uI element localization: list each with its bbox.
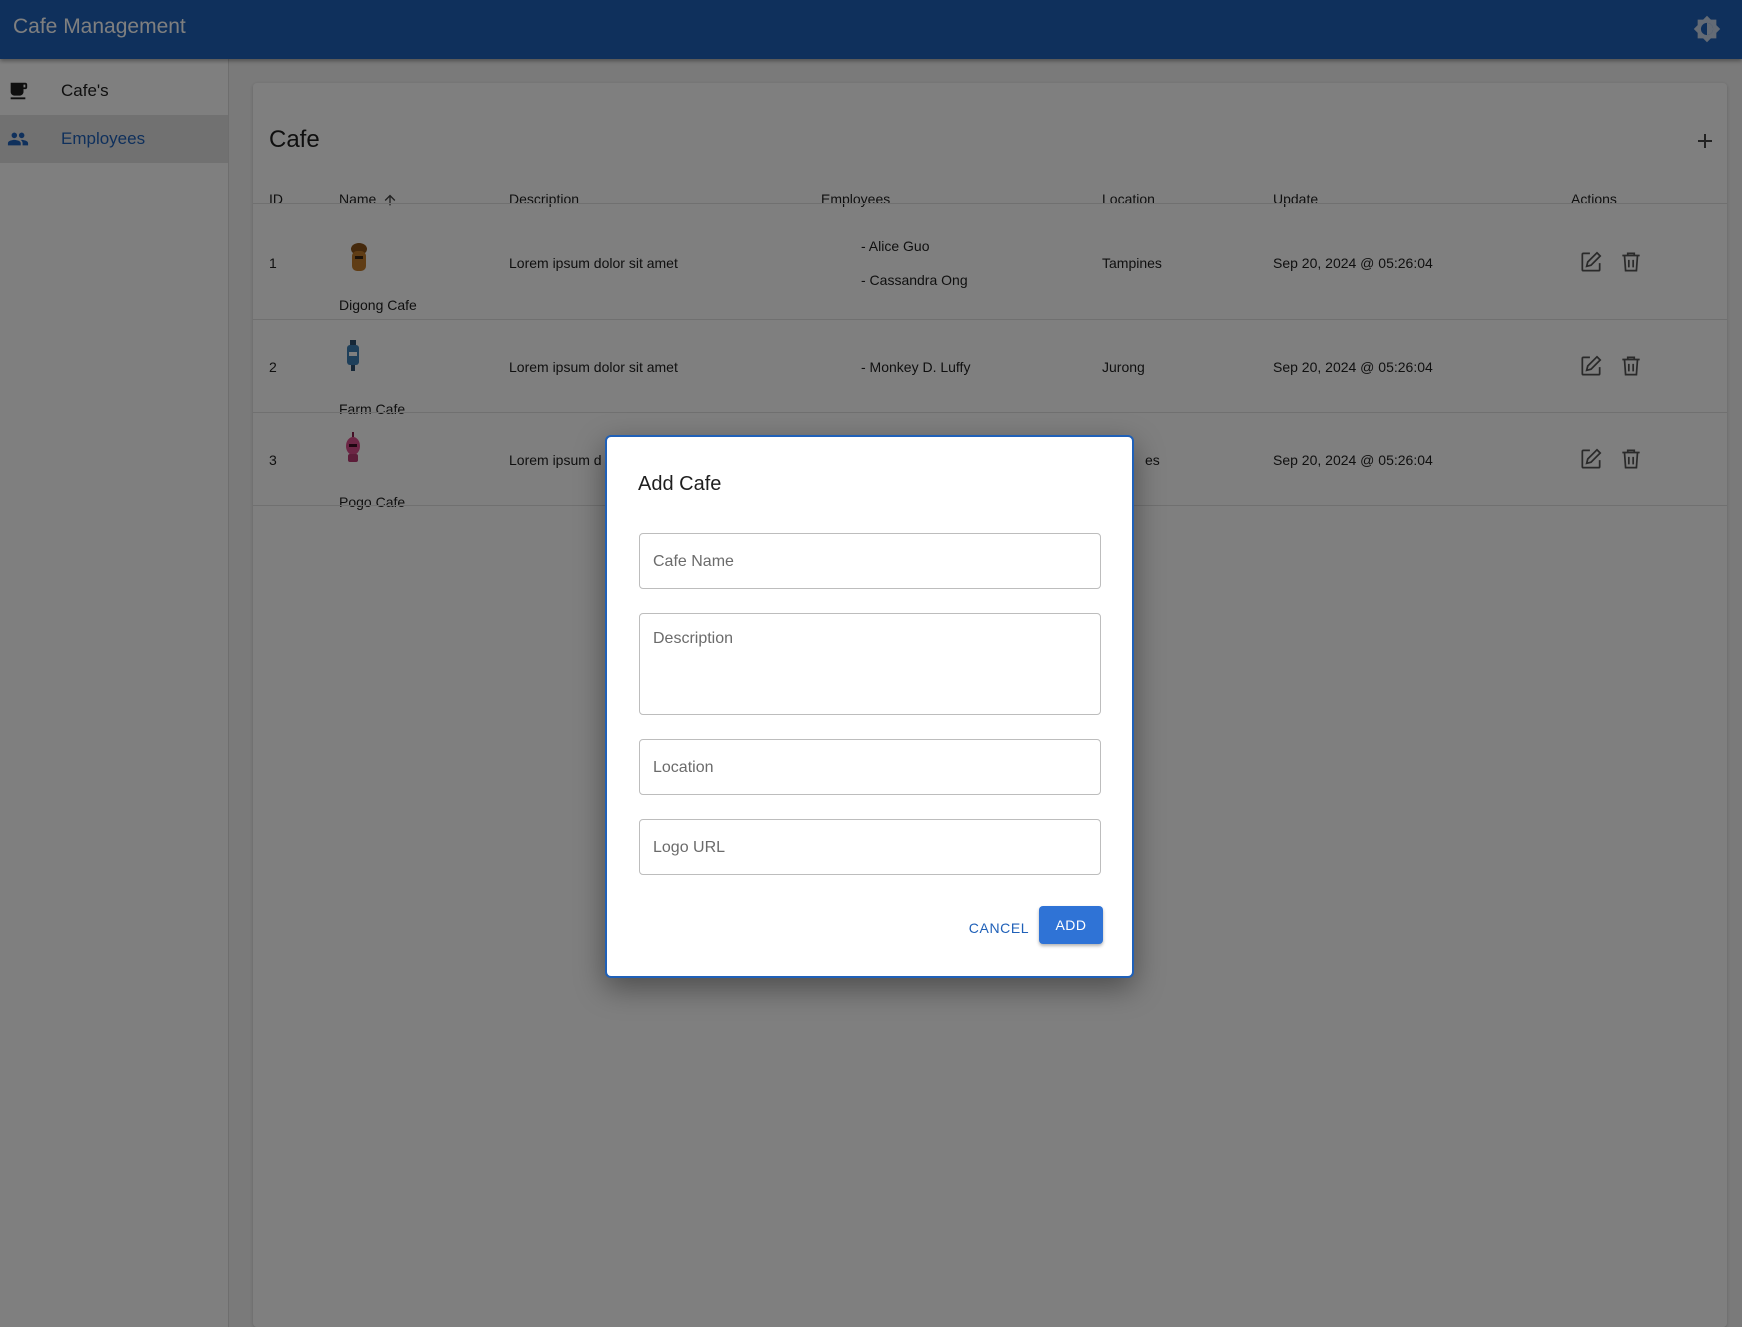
logo-url-field[interactable]: [639, 819, 1101, 875]
cafe-name-input[interactable]: [653, 551, 1087, 573]
location-input[interactable]: [653, 757, 1087, 779]
logo-url-input[interactable]: [653, 837, 1087, 859]
description-field[interactable]: [639, 613, 1101, 715]
dialog-title: Add Cafe: [638, 473, 722, 495]
add-button[interactable]: ADD: [1039, 906, 1103, 944]
description-input[interactable]: [653, 630, 1087, 700]
add-cafe-dialog: Add Cafe CANCEL ADD: [605, 435, 1134, 978]
cafe-name-field[interactable]: [639, 533, 1101, 589]
cancel-button[interactable]: CANCEL: [959, 910, 1039, 946]
location-field[interactable]: [639, 739, 1101, 795]
